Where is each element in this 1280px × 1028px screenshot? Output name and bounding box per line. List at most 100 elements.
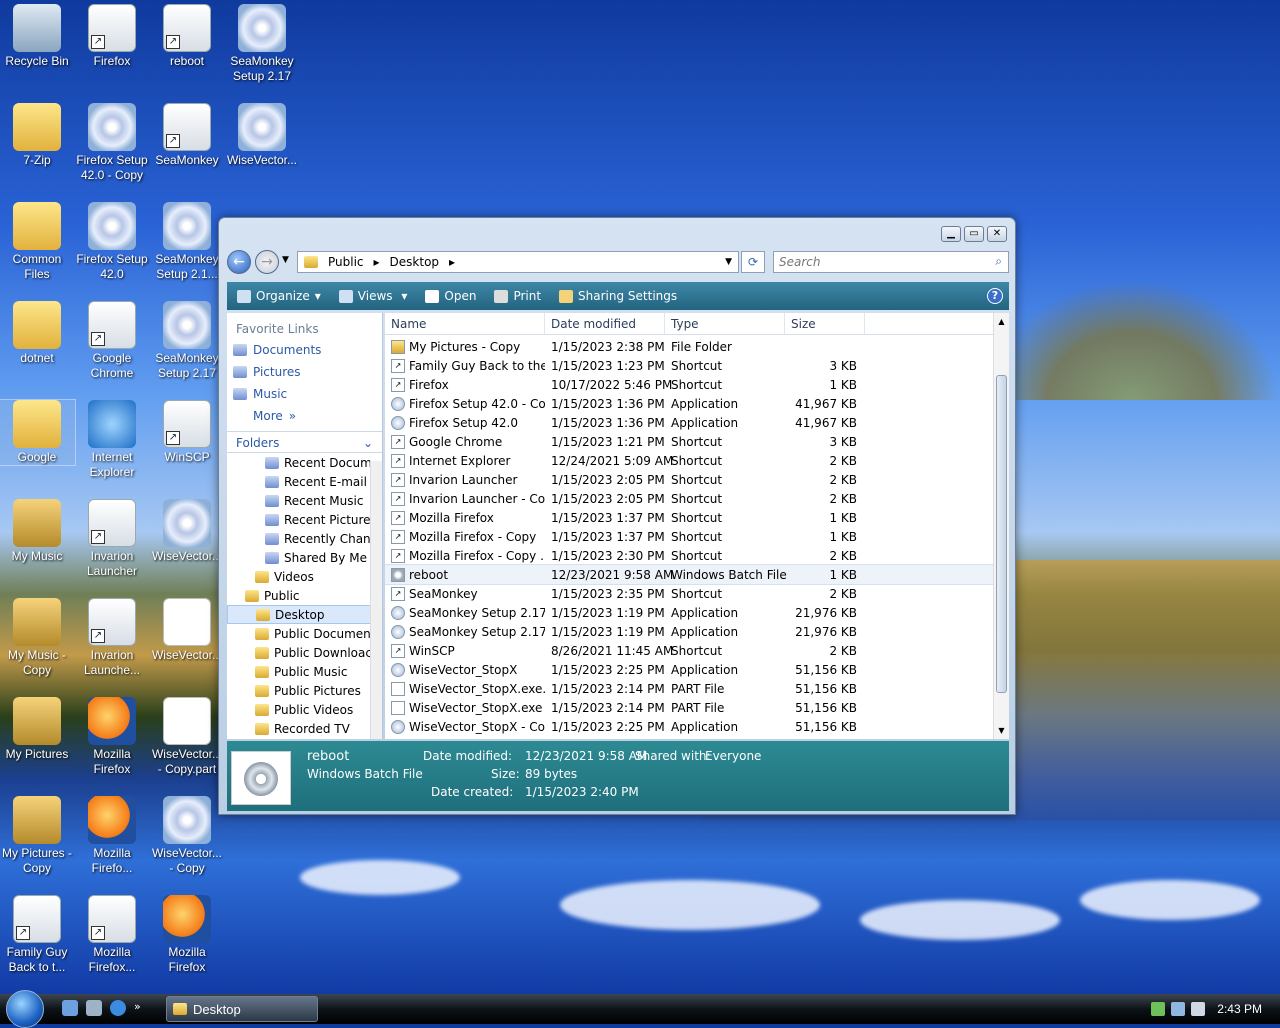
file-row[interactable]: WiseVector_StopX - Co... 1/15/2023 2:25 P… (385, 717, 1009, 736)
file-row[interactable]: ↗ Mozilla Firefox - Copy 1/15/2023 1:37 PM… (385, 527, 1009, 546)
tree-item[interactable]: Recorded TV (227, 719, 382, 738)
favorite-link-documents[interactable]: Documents (227, 339, 382, 361)
tree-item[interactable]: Recent Picture (227, 510, 382, 529)
desktop-icon[interactable]: WiseVector... - Copy (149, 796, 225, 876)
file-row[interactable]: ↗ WinSCP 8/26/2021 11:45 AM Shortcut 2 KB (385, 641, 1009, 660)
favorite-link-pictures[interactable]: Pictures (227, 361, 382, 383)
organize-button[interactable]: Organize ▾ (237, 289, 321, 303)
close-button[interactable]: ✕ (987, 226, 1007, 242)
file-row[interactable]: ↗ Google Chrome 1/15/2023 1:21 PM Shortcut 3… (385, 432, 1009, 451)
network-icon[interactable] (1171, 1002, 1186, 1016)
file-row[interactable]: SeaMonkey Setup 2.17 1/15/2023 1:19 PM App… (385, 622, 1009, 641)
minimize-button[interactable]: ▁ (941, 226, 961, 242)
desktop-icon[interactable]: Common Files (0, 202, 75, 282)
desktop-icon[interactable]: SeaMonkey Setup 2.17 (224, 4, 300, 84)
open-button[interactable]: Open (425, 289, 476, 303)
folders-header[interactable]: Folders ⌄ (227, 431, 382, 453)
breadcrumb[interactable]: Public ▸ Desktop ▸ ▼ (297, 251, 739, 273)
desktop-icon[interactable]: ↗ Invarion Launcher (74, 499, 150, 579)
desktop-icon[interactable]: ↗ Family Guy Back to t... (0, 895, 75, 975)
desktop-icon[interactable]: SeaMonkey Setup 2.1... (149, 202, 225, 282)
column-header-name[interactable]: Name (385, 313, 545, 334)
breadcrumb-item[interactable]: Desktop (390, 255, 440, 269)
clock[interactable]: 2:43 PM (1217, 1002, 1262, 1016)
file-row[interactable]: ↗ Mozilla Firefox - Copy ... 1/15/2023 2:3… (385, 546, 1009, 565)
file-row[interactable]: ↗ Internet Explorer 12/24/2021 5:09 AM Shor… (385, 451, 1009, 470)
file-row[interactable]: ↗ Invarion Launcher - Co... 1/15/2023 2:05… (385, 489, 1009, 508)
column-header-date[interactable]: Date modified (545, 313, 665, 334)
scroll-down-icon[interactable]: ▼ (994, 726, 1009, 735)
desktop-icon[interactable]: WiseVector... (149, 499, 225, 564)
file-row[interactable]: Firefox Setup 42.0 - Co... 1/15/2023 1:36… (385, 394, 1009, 413)
desktop-icon[interactable]: WiseVector... (149, 598, 225, 663)
address-dropdown-icon[interactable]: ▼ (725, 257, 732, 267)
maximize-button[interactable]: ▭ (964, 226, 984, 242)
desktop-icon[interactable]: My Pictures (0, 697, 75, 762)
browser-icon[interactable] (62, 1000, 78, 1016)
desktop-icon[interactable]: Mozilla Firefox (149, 895, 225, 975)
desktop-icon[interactable]: Firefox Setup 42.0 (74, 202, 150, 282)
explorer-window[interactable]: ▁ ▭ ✕ ← → ▼ Public ▸ Desktop ▸ ▼ ⟳ Search … (218, 217, 1016, 815)
tree-item[interactable]: Public Videos (227, 700, 382, 719)
desktop-icon[interactable]: Mozilla Firefo... (74, 796, 150, 876)
tree-item[interactable]: Shared By Me (227, 548, 382, 567)
tree-item[interactable]: Recent Docum (227, 453, 382, 472)
desktop-icon[interactable]: Recycle Bin (0, 4, 75, 69)
search-icon[interactable]: ⌕ (995, 254, 1002, 269)
desktop-icon[interactable]: ↗ SeaMonkey (149, 103, 225, 168)
switch-windows-icon[interactable] (86, 1000, 102, 1016)
desktop-icon[interactable]: dotnet (0, 301, 75, 366)
volume-icon[interactable] (1191, 1002, 1206, 1016)
file-row[interactable]: ↗ Invarion Launcher 1/15/2023 2:05 PM Short… (385, 470, 1009, 489)
file-row[interactable]: ↗ Mozilla Firefox 1/15/2023 1:37 PM Shortcu… (385, 508, 1009, 527)
desktop-icon[interactable]: ↗ Invarion Launche... (74, 598, 150, 678)
file-row[interactable]: ↗ Family Guy Back to the... 1/15/2023 1:23… (385, 356, 1009, 375)
tree-item[interactable]: Desktop (227, 605, 382, 624)
tree-item[interactable]: Public Pictures (227, 681, 382, 700)
desktop-icon[interactable]: ↗ WinSCP (149, 400, 225, 465)
security-icon[interactable] (1151, 1002, 1166, 1016)
column-header-type[interactable]: Type (665, 313, 785, 334)
file-row[interactable]: ↗ SeaMonkey 1/15/2023 2:35 PM Shortcut 2 KB (385, 584, 1009, 603)
help-icon[interactable]: ? (987, 288, 1003, 304)
chevron-right-icon[interactable]: ▸ (449, 255, 455, 269)
tree-item[interactable]: Public (227, 586, 382, 605)
desktop-icon[interactable]: SeaMonkey Setup 2.17 (149, 301, 225, 381)
desktop-icon[interactable]: ↗ Firefox (74, 4, 150, 69)
desktop-icon[interactable]: 7-Zip (0, 103, 75, 168)
refresh-button[interactable]: ⟳ (741, 251, 765, 273)
forward-button[interactable]: → (255, 250, 279, 274)
file-row[interactable]: Firefox Setup 42.0 1/15/2023 1:36 PM Appli… (385, 413, 1009, 432)
column-header-size[interactable]: Size (785, 313, 865, 334)
file-row[interactable]: WiseVector_StopX.exe ... 1/15/2023 2:14 P… (385, 698, 1009, 717)
print-button[interactable]: Print (494, 289, 541, 303)
chevron-right-icon[interactable]: ▸ (374, 255, 380, 269)
desktop-icon[interactable]: Google (0, 399, 76, 466)
tree-item[interactable]: Recent Music (227, 491, 382, 510)
favorite-link-music[interactable]: Music (227, 383, 382, 405)
tree-item[interactable]: Public Documen (227, 624, 382, 643)
desktop-icon[interactable]: My Music (0, 499, 75, 564)
desktop-icon[interactable]: ↗ reboot (149, 4, 225, 69)
desktop-icon[interactable]: Firefox Setup 42.0 - Copy (74, 103, 150, 183)
tree-item[interactable]: Videos (227, 567, 382, 586)
scroll-thumb[interactable] (996, 375, 1007, 693)
more-links-button[interactable]: More » (227, 405, 382, 427)
history-dropdown-icon[interactable]: ▼ (282, 255, 289, 265)
file-row[interactable]: WiseVector_StopX.exe.... 1/15/2023 2:14 P… (385, 679, 1009, 698)
tree-item[interactable]: Public Music (227, 662, 382, 681)
internet-explorer-icon[interactable] (110, 1000, 126, 1016)
sharing-settings-button[interactable]: Sharing Settings (559, 289, 677, 303)
desktop-icon[interactable]: ↗ Mozilla Firefox... (74, 895, 150, 975)
desktop-icon[interactable]: My Pictures - Copy (0, 796, 75, 876)
list-scrollbar[interactable]: ▲ ▼ (993, 313, 1009, 739)
breadcrumb-item[interactable]: Public (328, 255, 364, 269)
taskbar-button-desktop[interactable]: Desktop (166, 996, 318, 1022)
search-input[interactable]: Search ⌕ (773, 251, 1009, 273)
file-row[interactable]: SeaMonkey Setup 2.17 ... 1/15/2023 1:19 P… (385, 603, 1009, 622)
views-button[interactable]: Views ▾ (338, 289, 407, 303)
chevron-icon[interactable]: » (134, 1000, 141, 1016)
file-row[interactable]: ↗ Firefox 10/17/2022 5:46 PM Shortcut 1 KB (385, 375, 1009, 394)
desktop-icon[interactable]: Mozilla Firefox (74, 697, 150, 777)
tree-item[interactable]: Recently Chan (227, 529, 382, 548)
